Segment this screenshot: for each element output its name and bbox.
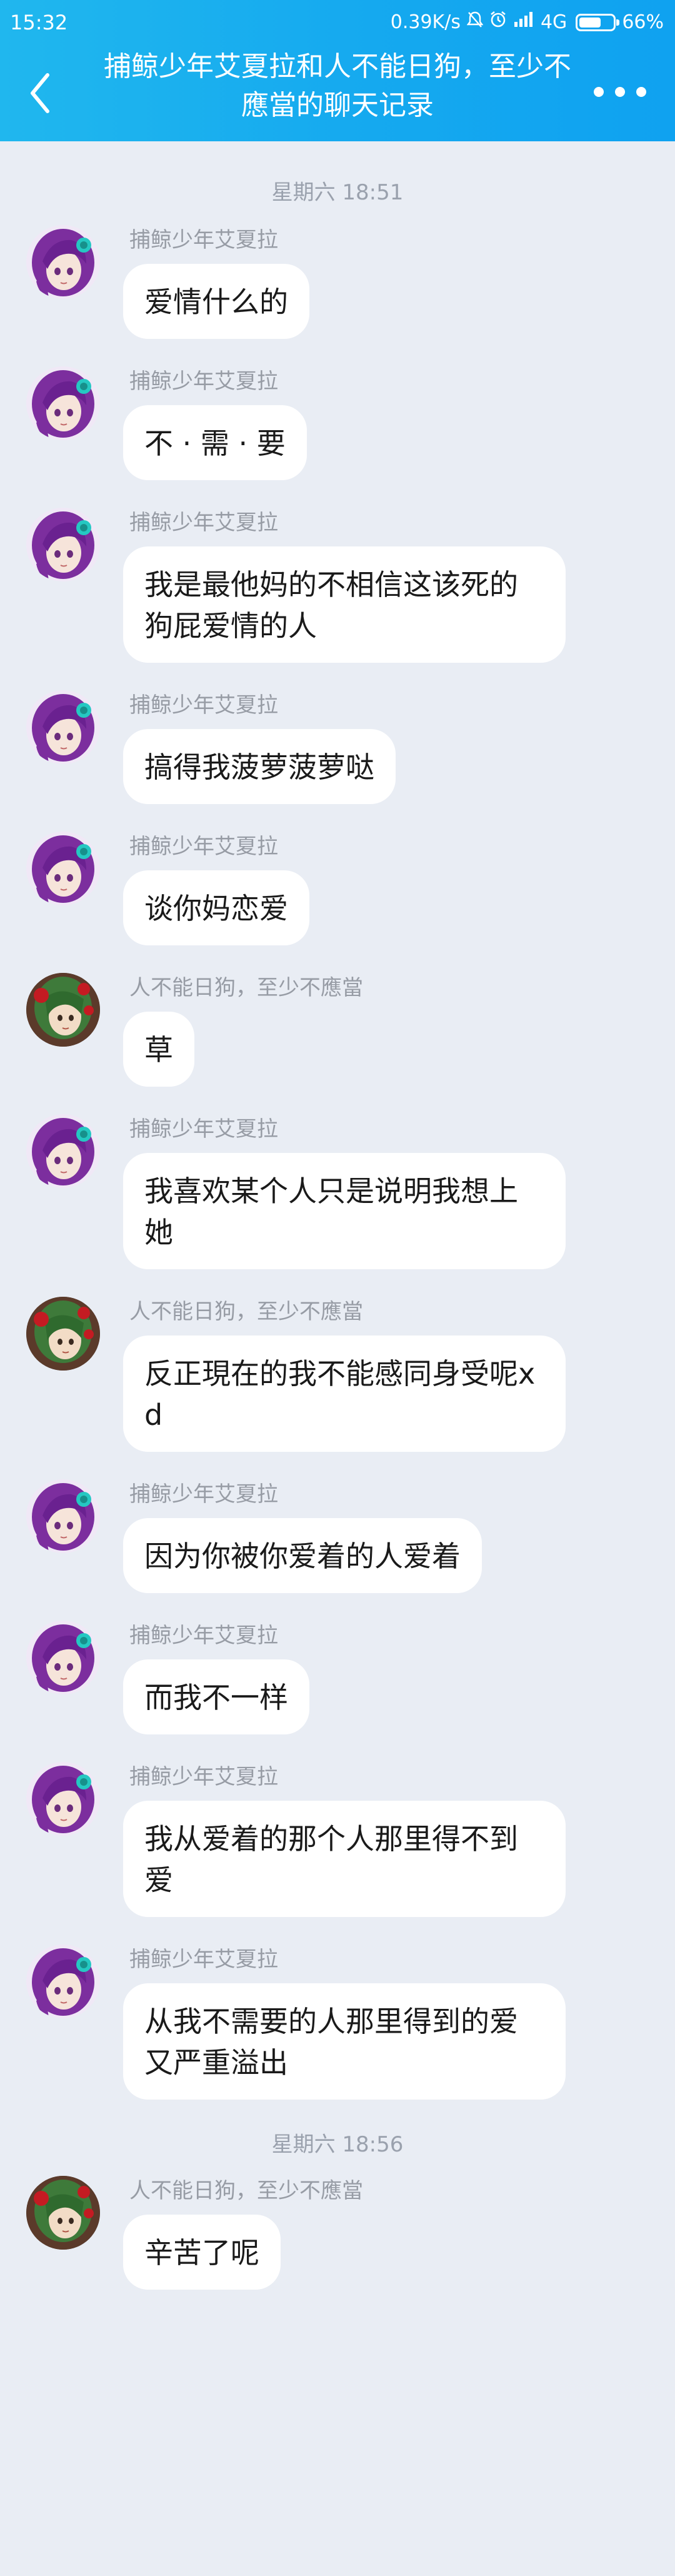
message-bubble[interactable]: 草 — [123, 1012, 194, 1087]
alarm-icon — [489, 9, 507, 36]
message-row: 捕鲸少年艾夏拉我从爱着的那个人那里得不到爱 — [0, 1762, 675, 1917]
battery-icon — [576, 14, 620, 31]
message-row: 人不能日狗，至少不應當反正現在的我不能感同身受呢xd — [0, 1297, 675, 1452]
battery-tip — [616, 19, 620, 26]
battery-fill — [579, 18, 601, 28]
chat-list[interactable]: 星期六 18:51 捕鲸少年艾夏拉 爱情什么的 捕鲸少年艾夏拉不 · 需 · 要捕鲸少… — [0, 141, 675, 2317]
purple-hair-avatar[interactable] — [26, 366, 100, 440]
more-dots-icon — [636, 87, 646, 97]
mute-bell-icon — [466, 9, 484, 36]
message-row: 捕鲸少年艾夏拉不 · 需 · 要 — [0, 366, 675, 480]
sender-name: 捕鲸少年艾夏拉 — [129, 1764, 278, 1789]
more-dots-icon — [594, 87, 604, 97]
message-bubble[interactable]: 反正現在的我不能感同身受呢xd — [123, 1336, 566, 1452]
back-button[interactable] — [25, 70, 59, 116]
message-bubble[interactable]: 辛苦了呢 — [123, 2215, 281, 2290]
sender-name: 人不能日狗，至少不應當 — [129, 1299, 363, 1324]
status-right: 0.39K/s 4G 66% — [391, 9, 664, 36]
more-dots-icon — [615, 87, 625, 97]
sender-name: 捕鲸少年艾夏拉 — [129, 1482, 278, 1507]
purple-hair-avatar[interactable] — [26, 1621, 100, 1694]
sender-name: 捕鲸少年艾夏拉 — [129, 369, 278, 394]
status-time: 15:32 — [10, 11, 68, 34]
message-row: 捕鲸少年艾夏拉因为你被你爱着的人爱着 — [0, 1479, 675, 1593]
message-row: 捕鲸少年艾夏拉而我不一样 — [0, 1621, 675, 1734]
message-row: 人不能日狗，至少不應當辛苦了呢 — [0, 2176, 675, 2290]
message-row: 人不能日狗，至少不應當草 — [0, 973, 675, 1087]
purple-hair-avatar[interactable] — [26, 1114, 100, 1188]
more-button[interactable] — [594, 83, 646, 101]
timestamp-separator: 星期六 18:56 — [271, 2132, 404, 2157]
purple-hair-avatar[interactable] — [26, 508, 100, 581]
status-bar: 15:32 0.39K/s 4G 66% — [0, 0, 675, 46]
signal-icon — [513, 9, 534, 36]
sender-name: 捕鲸少年艾夏拉 — [129, 510, 278, 535]
battery-percent: 66% — [622, 11, 664, 33]
purple-hair-avatar[interactable] — [26, 1762, 100, 1836]
sender-name: 捕鲸少年艾夏拉 — [129, 1623, 278, 1648]
sender-name: 人不能日狗，至少不應當 — [129, 2178, 363, 2203]
message-row: 捕鲸少年艾夏拉我是最他妈的不相信这该死的狗屁爱情的人 — [0, 508, 675, 663]
message-bubble[interactable]: 我喜欢某个人只是说明我想上她 — [123, 1153, 566, 1269]
page-title: 捕鲸少年艾夏拉和人不能日狗，至少不應當的聊天记录 — [104, 51, 571, 121]
purple-hair-avatar[interactable] — [26, 1479, 100, 1553]
purple-hair-avatar[interactable] — [26, 1945, 100, 2018]
sender-name: 捕鲸少年艾夏拉 — [129, 1117, 278, 1142]
header-bar: 15:32 0.39K/s 4G 66% 捕鲸少年艾夏拉和人不能日狗，至少不應當… — [0, 0, 675, 141]
purple-hair-avatar[interactable] — [26, 690, 100, 764]
sender-name: 捕鲸少年艾夏拉 — [129, 834, 278, 859]
message-bubble[interactable]: 从我不需要的人那里得到的爱又严重溢出 — [123, 1983, 566, 2100]
purple-hair-avatar[interactable] — [26, 225, 100, 299]
message-row: 捕鲸少年艾夏拉爱情什么的 — [0, 225, 675, 339]
message-row: 捕鲸少年艾夏拉搞得我菠萝菠萝哒 — [0, 690, 675, 804]
chevron-left-icon — [31, 73, 49, 113]
sender-name: 人不能日狗，至少不應當 — [129, 975, 363, 1000]
message-row: 捕鲸少年艾夏拉谈你妈恋爱 — [0, 832, 675, 945]
green-hair-avatar[interactable] — [26, 2176, 100, 2250]
message-bubble[interactable]: 谈你妈恋爱 — [123, 870, 309, 945]
timestamp-separator: 星期六 18:51 — [271, 180, 404, 205]
message-row: 捕鲸少年艾夏拉我喜欢某个人只是说明我想上她 — [0, 1114, 675, 1269]
message-bubble[interactable]: 而我不一样 — [123, 1659, 309, 1734]
sender-name: 捕鲸少年艾夏拉 — [129, 228, 278, 253]
message-bubble[interactable]: 不 · 需 · 要 — [123, 405, 307, 480]
message-bubble[interactable]: 爱情什么的 — [123, 264, 309, 339]
green-hair-avatar[interactable] — [26, 973, 100, 1047]
green-hair-avatar[interactable] — [26, 1297, 100, 1371]
purple-hair-avatar[interactable] — [26, 832, 100, 905]
network-type: 4G — [540, 11, 568, 33]
sender-name: 捕鲸少年艾夏拉 — [129, 693, 278, 718]
message-bubble[interactable]: 因为你被你爱着的人爱着 — [123, 1518, 482, 1593]
net-speed: 0.39K/s — [390, 11, 461, 33]
message-bubble[interactable]: 搞得我菠萝菠萝哒 — [123, 729, 396, 804]
sender-name: 捕鲸少年艾夏拉 — [129, 1947, 278, 1972]
message-row: 捕鲸少年艾夏拉从我不需要的人那里得到的爱又严重溢出 — [0, 1945, 675, 2100]
message-bubble[interactable]: 我是最他妈的不相信这该死的狗屁爱情的人 — [123, 546, 566, 663]
message-bubble[interactable]: 我从爱着的那个人那里得不到爱 — [123, 1801, 566, 1917]
